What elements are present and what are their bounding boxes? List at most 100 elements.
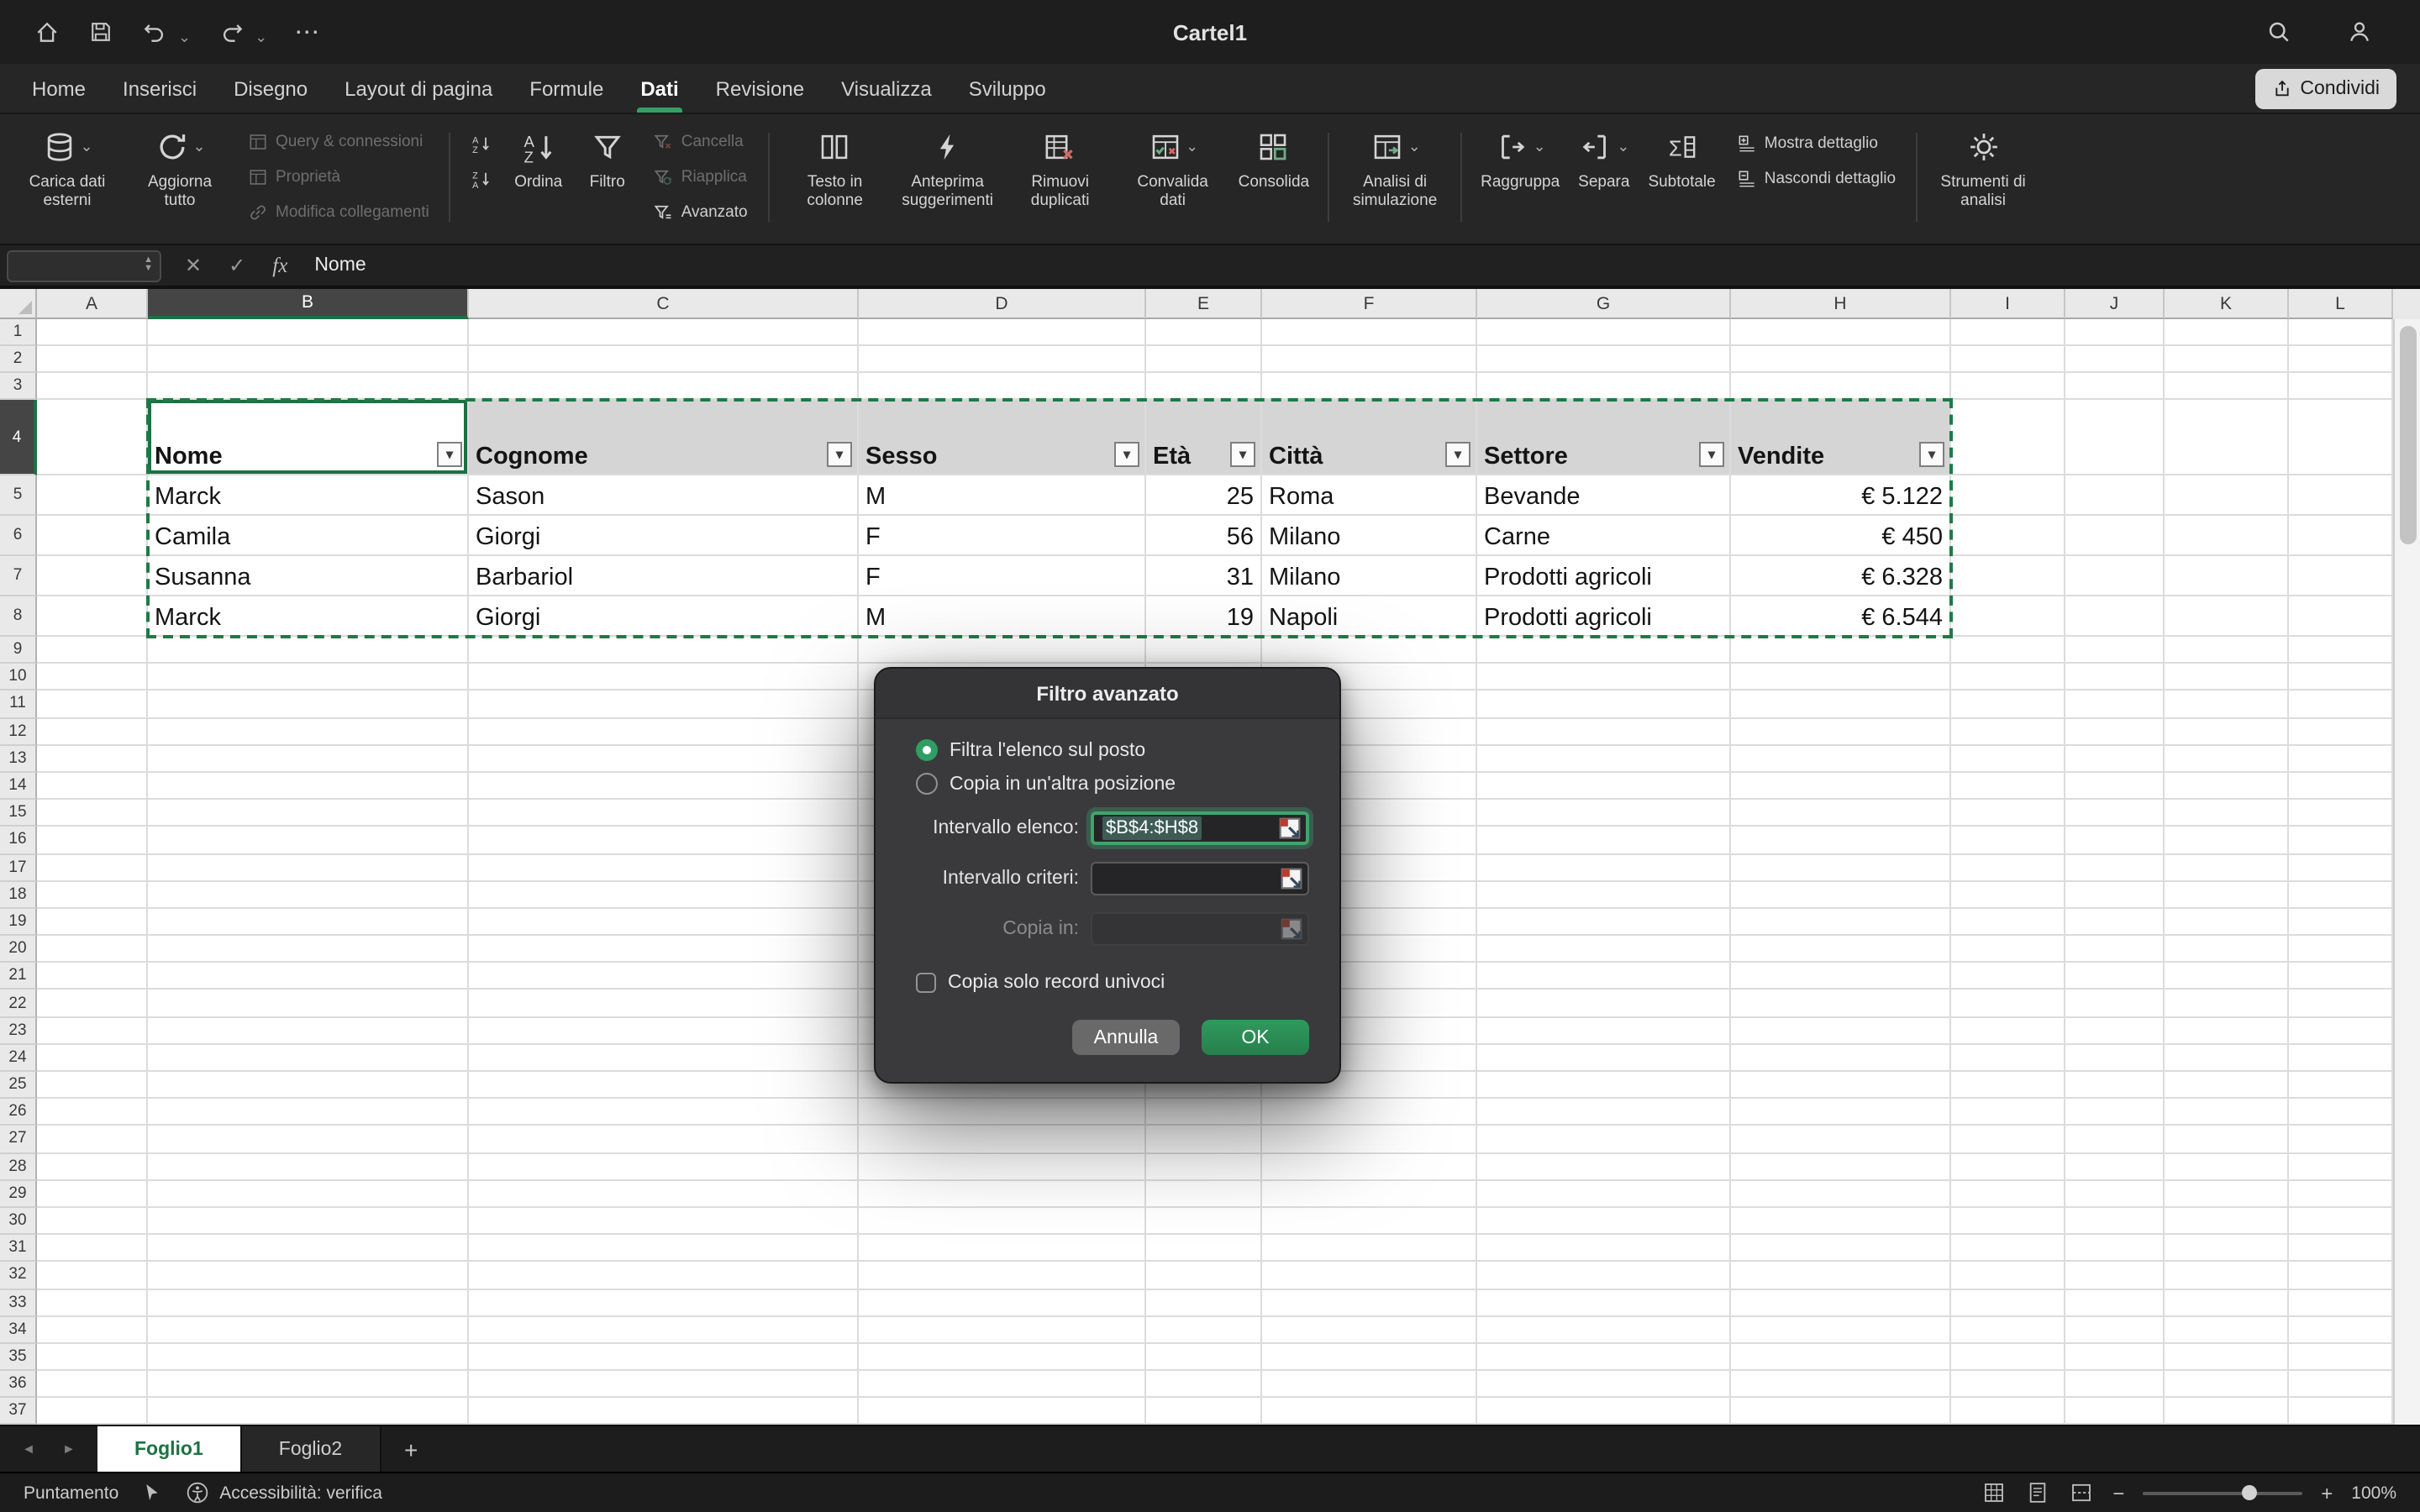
cell-A17[interactable]	[37, 854, 148, 881]
row-header-10[interactable]: 10	[0, 664, 37, 690]
cell-L7[interactable]	[2289, 556, 2393, 596]
filter-dropdown-nome[interactable]: ▾	[437, 442, 462, 467]
cell-L19[interactable]	[2289, 909, 2393, 936]
cell-G16[interactable]	[1477, 827, 1731, 854]
cell-I18[interactable]	[1951, 881, 2065, 908]
cell-C30[interactable]	[469, 1208, 859, 1235]
cell-L6[interactable]	[2289, 516, 2393, 556]
cell-B9[interactable]	[148, 637, 469, 664]
column-header-K[interactable]: K	[2165, 289, 2289, 319]
filter-dropdown-cognome[interactable]: ▾	[827, 442, 852, 467]
cell-C8[interactable]: Giorgi	[469, 596, 859, 637]
cell-B1[interactable]	[148, 319, 469, 346]
cell-H37[interactable]	[1731, 1399, 1951, 1425]
cell-D32[interactable]	[859, 1263, 1146, 1289]
cell-H15[interactable]	[1731, 800, 1951, 827]
cell-G18[interactable]	[1477, 881, 1731, 908]
cell-G26[interactable]	[1477, 1099, 1731, 1126]
cell-K20[interactable]	[2165, 936, 2289, 963]
undo-dropdown-chevron[interactable]: ⌄	[178, 28, 191, 46]
cell-I12[interactable]	[1951, 718, 2065, 745]
cell-K17[interactable]	[2165, 854, 2289, 881]
cell-A37[interactable]	[37, 1399, 148, 1425]
cell-C21[interactable]	[469, 963, 859, 990]
cell-C18[interactable]	[469, 881, 859, 908]
cell-C13[interactable]	[469, 746, 859, 773]
cell-A8[interactable]	[37, 596, 148, 637]
more-commands-button[interactable]: ⋯	[294, 17, 321, 47]
cell-J22[interactable]	[2065, 990, 2165, 1017]
cell-I24[interactable]	[1951, 1045, 2065, 1072]
cell-F8[interactable]: Napoli	[1262, 596, 1477, 637]
cell-A6[interactable]	[37, 516, 148, 556]
ribbon-tab-dati[interactable]: Dati	[622, 64, 697, 113]
cell-E8[interactable]: 19	[1146, 596, 1262, 637]
cell-E35[interactable]	[1146, 1344, 1262, 1371]
cell-B23[interactable]	[148, 1017, 469, 1044]
cell-E31[interactable]	[1146, 1235, 1262, 1262]
cell-B12[interactable]	[148, 718, 469, 745]
column-header-H[interactable]: H	[1731, 289, 1951, 319]
cell-L20[interactable]	[2289, 936, 2393, 963]
cell-H12[interactable]	[1731, 718, 1951, 745]
cell-K8[interactable]	[2165, 596, 2289, 637]
cell-D26[interactable]	[859, 1099, 1146, 1126]
cell-A35[interactable]	[37, 1344, 148, 1371]
row-header-17[interactable]: 17	[0, 854, 37, 881]
ribbon-button-filtro[interactable]: Filtro	[576, 121, 639, 234]
cell-I23[interactable]	[1951, 1017, 2065, 1044]
row-header-2[interactable]: 2	[0, 346, 37, 373]
column-header-B[interactable]: B	[148, 289, 469, 319]
cell-I19[interactable]	[1951, 909, 2065, 936]
cell-H13[interactable]	[1731, 746, 1951, 773]
cell-K33[interactable]	[2165, 1289, 2289, 1316]
cell-H3[interactable]	[1731, 373, 1951, 400]
cell-G34[interactable]	[1477, 1316, 1731, 1343]
cell-E26[interactable]	[1146, 1099, 1262, 1126]
cell-D30[interactable]	[859, 1208, 1146, 1235]
next-sheet-icon[interactable]: ►	[62, 1441, 76, 1457]
cell-E37[interactable]	[1146, 1399, 1262, 1425]
cell-F34[interactable]	[1262, 1316, 1477, 1343]
cell-D7[interactable]: F	[859, 556, 1146, 596]
cell-G25[interactable]	[1477, 1072, 1731, 1099]
cell-K34[interactable]	[2165, 1316, 2289, 1343]
row-header-29[interactable]: 29	[0, 1181, 37, 1208]
cell-J31[interactable]	[2065, 1235, 2165, 1262]
cell-I16[interactable]	[1951, 827, 2065, 854]
cell-F9[interactable]	[1262, 637, 1477, 664]
cell-F7[interactable]: Milano	[1262, 556, 1477, 596]
cell-H7[interactable]: € 6.328	[1731, 556, 1951, 596]
ribbon-button-modifica[interactable]: Modifica collegamenti	[242, 197, 434, 227]
cell-G19[interactable]	[1477, 909, 1731, 936]
cell-K30[interactable]	[2165, 1208, 2289, 1235]
range-picker-icon[interactable]	[1281, 868, 1302, 890]
row-header-21[interactable]: 21	[0, 963, 37, 990]
cell-H30[interactable]	[1731, 1208, 1951, 1235]
ok-button[interactable]: OK	[1202, 1020, 1309, 1055]
row-header-8[interactable]: 8	[0, 596, 37, 637]
row-header-37[interactable]: 37	[0, 1399, 37, 1425]
row-header-6[interactable]: 6	[0, 516, 37, 556]
row-header-25[interactable]: 25	[0, 1072, 37, 1099]
cell-G37[interactable]	[1477, 1399, 1731, 1425]
accessibility-icon[interactable]	[184, 1480, 209, 1505]
cell-J13[interactable]	[2065, 746, 2165, 773]
cell-I31[interactable]	[1951, 1235, 2065, 1262]
cell-I8[interactable]	[1951, 596, 2065, 637]
cell-F29[interactable]	[1262, 1181, 1477, 1208]
cell-H36[interactable]	[1731, 1371, 1951, 1398]
cell-E32[interactable]	[1146, 1263, 1262, 1289]
cell-A27[interactable]	[37, 1126, 148, 1153]
cell-K37[interactable]	[2165, 1399, 2289, 1425]
cell-E6[interactable]: 56	[1146, 516, 1262, 556]
cell-C6[interactable]: Giorgi	[469, 516, 859, 556]
cell-I21[interactable]	[1951, 963, 2065, 990]
cell-H33[interactable]	[1731, 1289, 1951, 1316]
cell-L22[interactable]	[2289, 990, 2393, 1017]
zoom-slider-thumb[interactable]	[2242, 1485, 2257, 1500]
cell-J20[interactable]	[2065, 936, 2165, 963]
row-header-28[interactable]: 28	[0, 1153, 37, 1180]
cell-J12[interactable]	[2065, 718, 2165, 745]
cell-L14[interactable]	[2289, 773, 2393, 800]
